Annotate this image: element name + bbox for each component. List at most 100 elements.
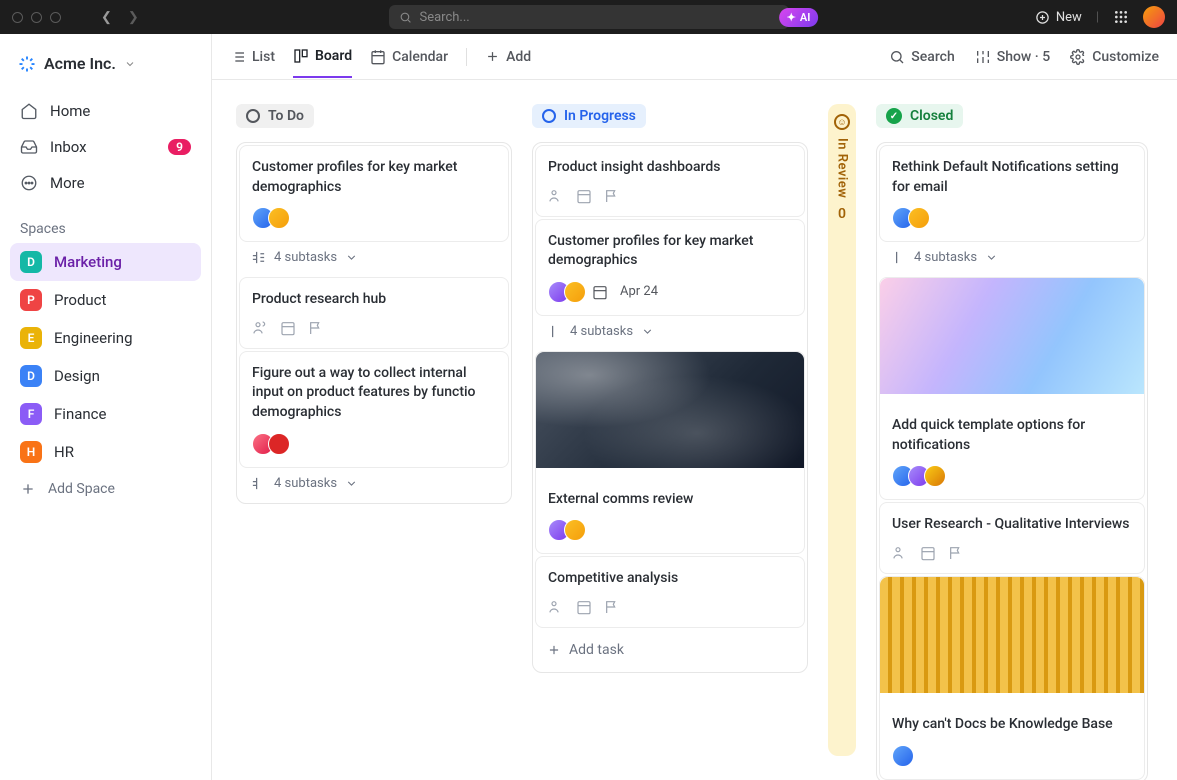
subtasks-toggle[interactable]: 4 subtasks [879, 244, 1145, 275]
logo-icon [18, 55, 36, 73]
space-label: Marketing [54, 253, 122, 271]
new-button[interactable]: New [1035, 10, 1082, 25]
view-board[interactable]: Board [293, 36, 352, 78]
flag-icon[interactable] [948, 545, 964, 561]
view-search[interactable]: Search [889, 49, 954, 65]
date-icon[interactable] [576, 599, 592, 615]
space-badge: P [20, 289, 42, 311]
task-card[interactable]: Customer profiles for key market demogra… [239, 145, 509, 242]
column-progress: In Progress Product insight dashboards [532, 104, 808, 756]
card-title: Figure out a way to collect internal inp… [252, 364, 496, 423]
nav-forward[interactable]: ❯ [128, 10, 139, 25]
card-assignees[interactable] [892, 207, 1132, 229]
date-icon[interactable] [280, 320, 296, 336]
column-count: 0 [838, 206, 846, 222]
nav-inbox[interactable]: Inbox 9 [10, 129, 201, 165]
date-icon[interactable] [576, 188, 592, 204]
flag-icon[interactable] [604, 599, 620, 615]
card-cover-image [880, 278, 1144, 394]
space-badge: F [20, 403, 42, 425]
divider [466, 48, 467, 66]
inbox-badge: 9 [168, 139, 191, 155]
window-controls[interactable] [12, 12, 61, 23]
inbox-icon [20, 138, 38, 156]
view-calendar[interactable]: Calendar [370, 37, 448, 77]
space-label: Design [54, 367, 100, 385]
task-card[interactable]: User Research - Qualitative Interviews [879, 502, 1145, 574]
space-item-engineering[interactable]: EEngineering [10, 319, 201, 357]
column-header-progress[interactable]: In Progress [532, 104, 646, 128]
task-card[interactable]: Rethink Default Notifications setting fo… [879, 145, 1145, 242]
card-assignees[interactable] [892, 745, 1132, 767]
plus-icon [485, 49, 500, 64]
card-title: Customer profiles for key market demogra… [252, 158, 496, 197]
ai-button[interactable]: ✦ AI [779, 8, 819, 27]
task-card[interactable]: Product insight dashboards [535, 145, 805, 217]
space-badge: H [20, 441, 42, 463]
space-label: Finance [54, 405, 106, 423]
assignee-icon[interactable] [548, 188, 564, 204]
space-item-hr[interactable]: H HR [10, 433, 201, 471]
view-customize[interactable]: Customize [1070, 49, 1159, 65]
status-circle-icon: ☺ [834, 114, 850, 130]
column-closed: ✓ Closed Rethink Default Notifications s… [876, 104, 1148, 756]
column-review-collapsed[interactable]: ☺ In Review 0 [828, 104, 856, 756]
global-search[interactable]: Search... [389, 5, 789, 29]
task-card[interactable]: Why can't Docs be Knowledge Base [879, 576, 1145, 780]
card-assignees[interactable] [548, 519, 792, 541]
column-header-closed[interactable]: ✓ Closed [876, 104, 963, 128]
subtasks-toggle[interactable]: 4 subtasks [239, 244, 509, 275]
plus-circle-icon [1035, 10, 1050, 25]
sliders-icon [975, 49, 991, 65]
task-card[interactable]: Add quick template options for notificat… [879, 277, 1145, 500]
assignee-icon[interactable] [892, 545, 908, 561]
workspace-name: Acme Inc. [44, 54, 116, 73]
view-show[interactable]: Show · 5 [975, 49, 1050, 65]
card-title: Product insight dashboards [548, 158, 792, 178]
nav-back[interactable]: ❮ [101, 10, 112, 25]
subtasks-toggle[interactable]: 4 subtasks [535, 318, 805, 349]
space-item-finance[interactable]: F Finance [10, 395, 201, 433]
view-list[interactable]: List [230, 37, 275, 77]
task-card[interactable]: External comms review [535, 351, 805, 555]
task-card[interactable]: Competitive analysis [535, 556, 805, 628]
subtasks-toggle[interactable]: 4 subtasks [239, 470, 509, 501]
add-space-button[interactable]: Add Space [0, 471, 211, 507]
plus-icon [547, 643, 561, 657]
search-placeholder: Search... [420, 10, 470, 25]
assignee-icon[interactable] [252, 320, 268, 336]
card-assignees[interactable] [252, 433, 496, 455]
nav-home[interactable]: Home [10, 93, 201, 129]
nav-more[interactable]: More [10, 165, 201, 201]
subtasks-icon [547, 324, 562, 339]
space-label: HR [54, 443, 74, 461]
titlebar: ❮ ❯ Search... ✦ AI New | [0, 0, 1177, 34]
card-assignees[interactable] [252, 207, 496, 229]
date-icon[interactable] [920, 545, 936, 561]
card-title: External comms review [548, 490, 792, 510]
task-card[interactable]: Product research hub [239, 277, 509, 349]
chevron-down-icon [124, 58, 136, 70]
space-item-design[interactable]: DDesign [10, 357, 201, 395]
card-assignees[interactable] [892, 465, 1132, 487]
chevron-down-icon [345, 251, 358, 264]
subtasks-icon [891, 250, 906, 265]
space-item-product[interactable]: PProduct [10, 281, 201, 319]
apps-grid-icon[interactable] [1113, 9, 1129, 25]
column-label: In Review [835, 138, 850, 198]
column-header-todo[interactable]: To Do [236, 104, 314, 128]
add-view[interactable]: Add [485, 37, 531, 77]
search-icon [399, 11, 412, 24]
user-avatar[interactable] [1143, 6, 1165, 28]
card-assignees[interactable] [548, 281, 580, 303]
space-badge: E [20, 327, 42, 349]
space-item-marketing[interactable]: DMarketing [10, 243, 201, 281]
sidebar: Acme Inc. Home Inbox 9 More Spaces [0, 34, 212, 780]
task-card[interactable]: Customer profiles for key market demogra… [535, 219, 805, 316]
flag-icon[interactable] [308, 320, 324, 336]
task-card[interactable]: Figure out a way to collect internal inp… [239, 351, 509, 468]
flag-icon[interactable] [604, 188, 620, 204]
workspace-switcher[interactable]: Acme Inc. [0, 40, 211, 87]
add-task-button[interactable]: Add task [535, 630, 805, 670]
assignee-icon[interactable] [548, 599, 564, 615]
